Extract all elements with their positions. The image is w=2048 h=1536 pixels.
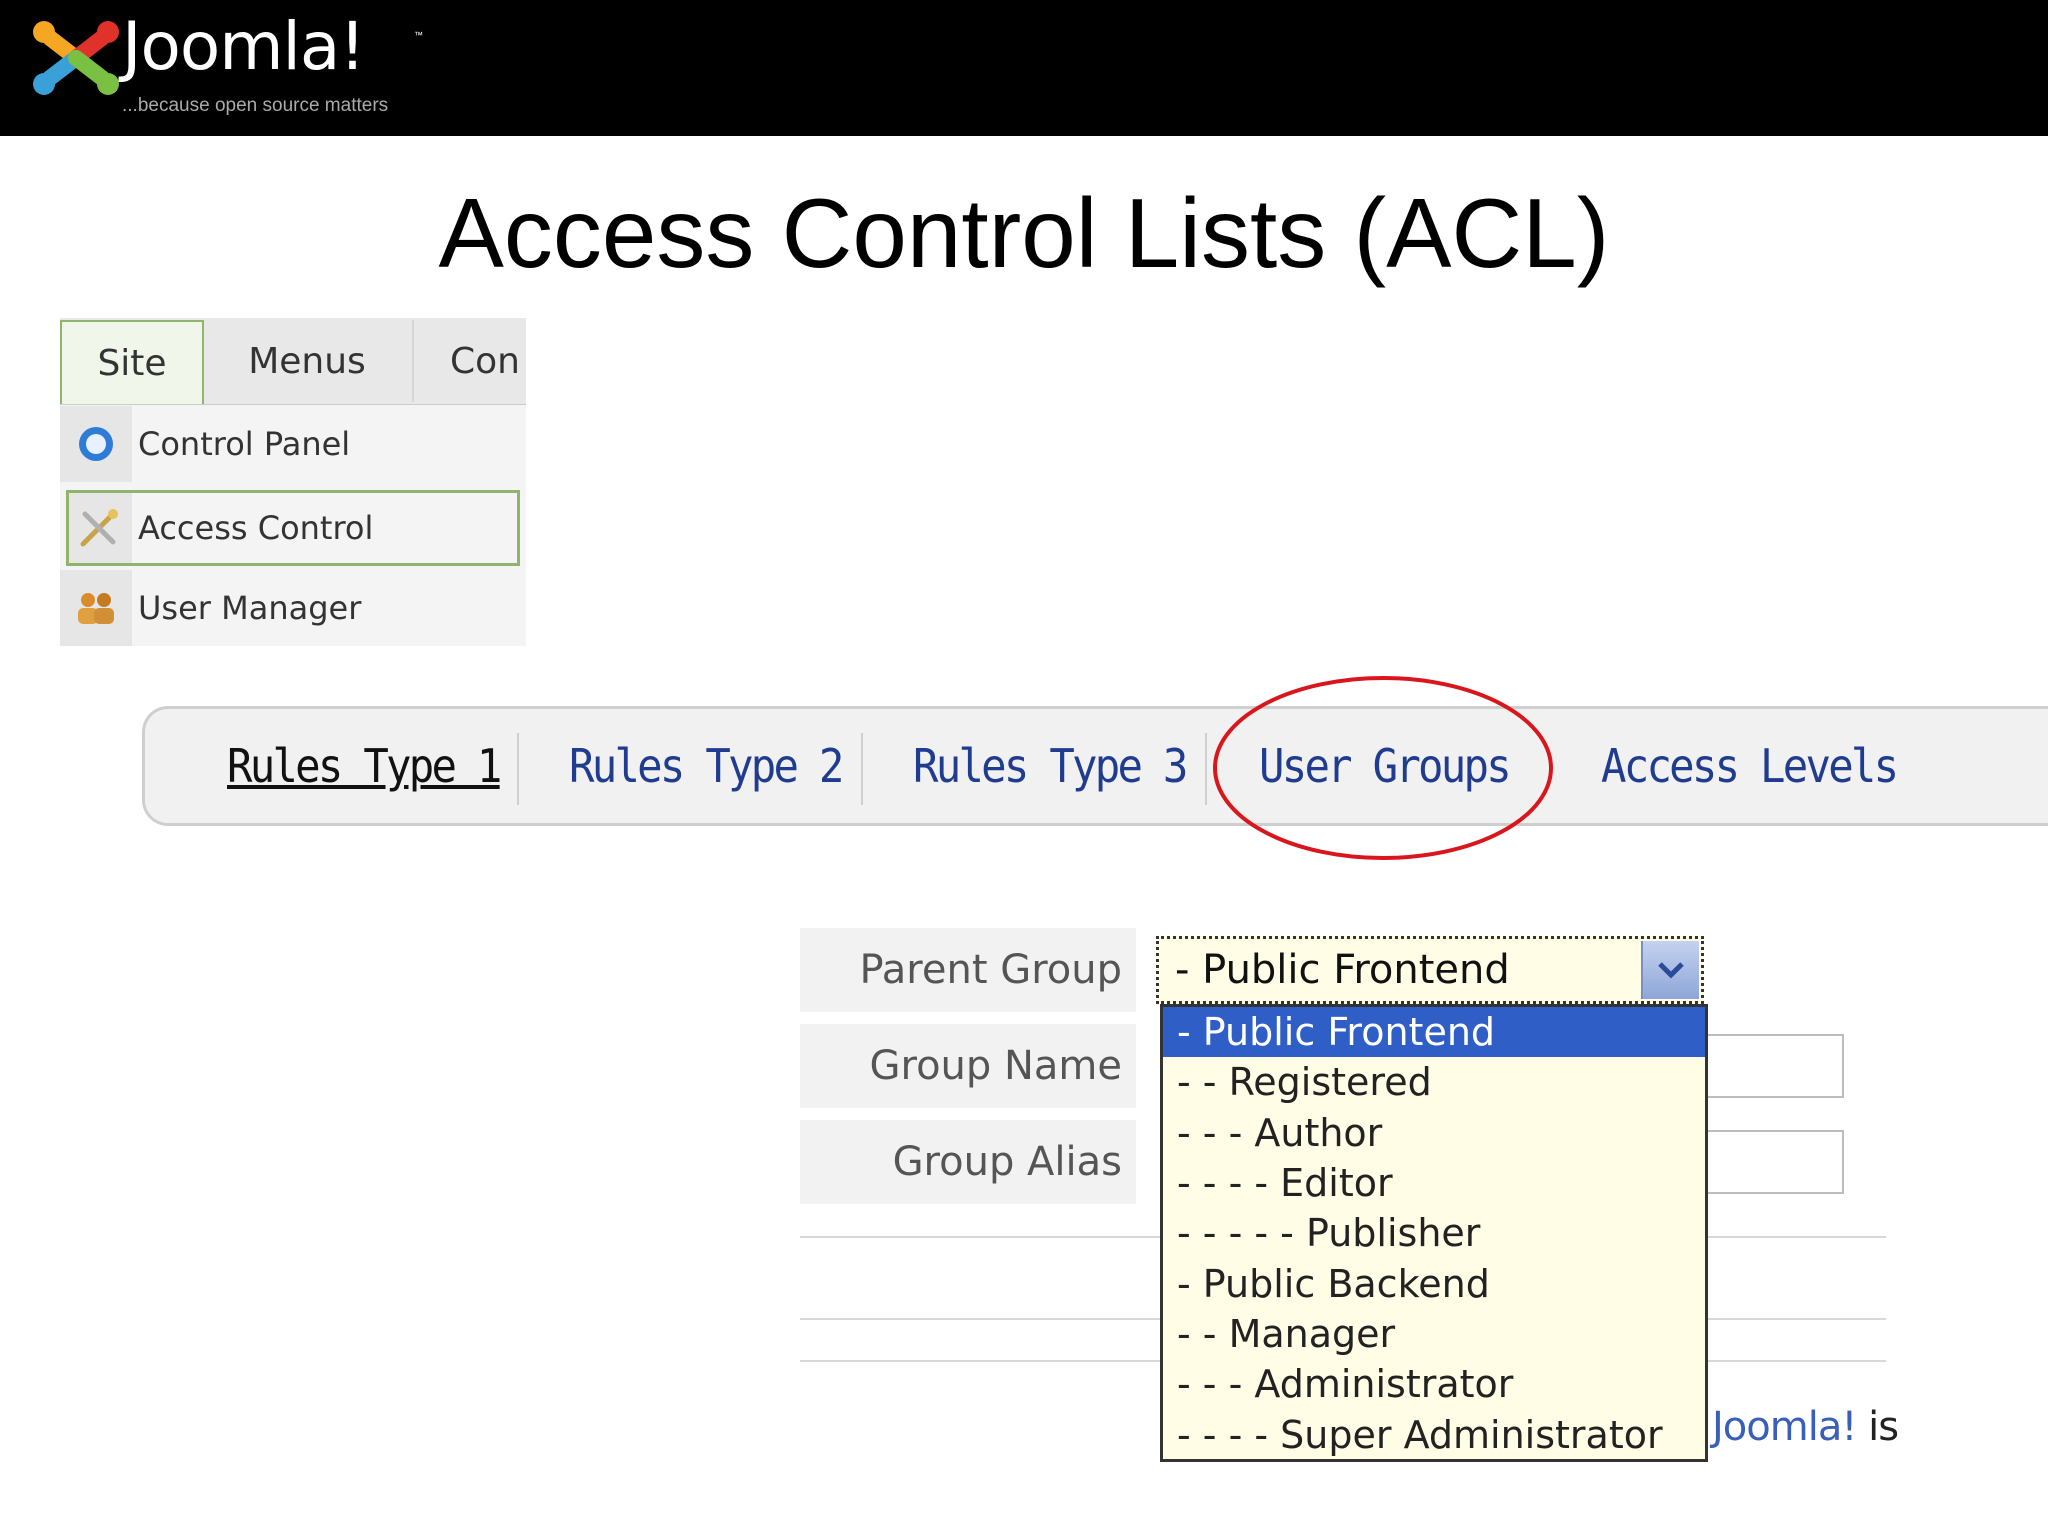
tab-access-levels[interactable]: Access Levels [1601,739,1899,793]
footer-text: Joomla! is [1712,1404,1899,1450]
group-name-input[interactable] [1700,1034,1844,1098]
tab-rules-type-1[interactable]: Rules Type 1 [227,739,502,793]
rules-tab-bar: Rules Type 1 Rules Type 2 Rules Type 3 U… [142,706,2048,826]
tab-separator [517,733,519,805]
option-public-frontend[interactable]: - Public Frontend [1163,1007,1705,1058]
menu-item-user-manager[interactable]: User Manager [60,570,526,646]
option-manager[interactable]: - - Manager [1163,1309,1705,1359]
joomla-logo-icon [33,21,119,95]
label-group-alias: Group Alias [800,1120,1136,1204]
menu-item-label: User Manager [138,589,362,627]
footer-tail: is [1856,1404,1899,1450]
option-public-backend[interactable]: - Public Backend [1163,1258,1705,1308]
option-editor[interactable]: - - - - Editor [1163,1158,1705,1208]
footer-joomla-link[interactable]: Joomla! [1712,1404,1857,1450]
dropdown-arrow-button[interactable] [1641,941,1699,999]
chevron-down-icon [1658,962,1684,979]
admin-menu: Site Menus Con Control Panel Access Cont… [60,318,526,646]
tab-rules-type-2[interactable]: Rules Type 2 [569,739,844,793]
option-super-administrator[interactable]: - - - - Super Administrator [1163,1409,1705,1459]
header-bar: Joomla! ™ ...because open source matters [0,0,2048,136]
tab-user-groups[interactable]: User Groups [1259,739,1512,793]
parent-group-select[interactable]: - Public Frontend [1156,936,1704,1004]
menu-item-label: Control Panel [138,425,351,463]
option-registered[interactable]: - - Registered [1163,1057,1705,1107]
label-group-name: Group Name [800,1024,1136,1108]
label-parent-group: Parent Group [800,928,1136,1012]
logo-tagline: ...because open source matters [122,95,389,116]
parent-group-options: - Public Frontend - - Registered - - - A… [1160,1004,1708,1462]
menu-item-control-panel[interactable]: Control Panel [60,406,526,482]
option-author[interactable]: - - - Author [1163,1108,1705,1158]
menu-item-label: Access Control [138,509,374,547]
group-alias-input[interactable] [1700,1130,1844,1194]
tab-rules-type-3[interactable]: Rules Type 3 [913,739,1188,793]
option-publisher[interactable]: - - - - - Publisher [1163,1208,1705,1258]
tab-separator [1205,733,1207,805]
option-administrator[interactable]: - - - Administrator [1163,1359,1705,1409]
tab-separator [861,733,863,805]
tab-content[interactable]: Con [414,320,526,402]
slide-title: Access Control Lists (ACL) [438,178,1610,288]
tab-menus[interactable]: Menus [202,320,414,402]
select-value: - Public Frontend [1175,947,1510,993]
logo-wordmark: Joomla! [122,8,366,85]
menu-item-access-control[interactable]: Access Control [66,490,520,566]
tab-site[interactable]: Site [60,320,204,404]
logo-trademark: ™ [414,30,423,40]
admin-tabs-row: Site Menus Con [60,318,526,405]
